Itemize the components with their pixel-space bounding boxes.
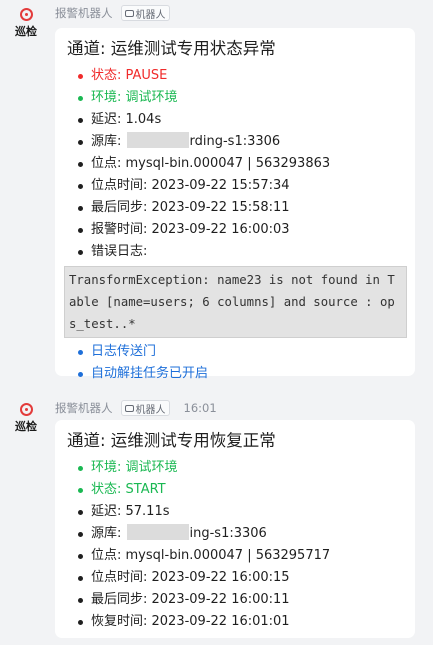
source-prefix: 源库: — [91, 526, 126, 541]
source-item: 源库: ing-s1:3306 — [67, 523, 405, 545]
bot-tag: 机器人 — [120, 5, 170, 21]
message-meta: 报警机器人 机器人 — [55, 5, 170, 21]
robot-icon — [124, 404, 134, 412]
alarm-time-item: 报警时间: 2023-09-22 16:00:03 — [67, 219, 405, 241]
message-meta: 报警机器人 机器人 16:01 — [55, 400, 217, 416]
bot-avatar[interactable]: 巡检 — [12, 403, 40, 437]
bot-tag-label: 机器人 — [135, 404, 166, 416]
avatar-label: 巡检 — [15, 25, 37, 38]
detail-list: 状态: PAUSE 环境: 调试环境 延迟: 1.04s 源库: rding-s… — [67, 65, 405, 263]
bot-avatar[interactable]: 巡检 — [12, 8, 40, 42]
error-label-item: 错误日志: — [67, 241, 405, 263]
position-time-item: 位点时间: 2023-09-22 15:57:34 — [67, 175, 405, 197]
redacted-block — [126, 524, 189, 540]
position-time-item: 位点时间: 2023-09-22 16:00:15 — [67, 567, 405, 589]
position-item: 位点: mysql-bin.000047 | 563293863 — [67, 153, 405, 175]
bot-tag-label: 机器人 — [135, 9, 166, 21]
recover-time-item: 恢复时间: 2023-09-22 16:01:01 — [67, 611, 405, 633]
bot-tag: 机器人 — [120, 400, 170, 416]
location-pin-icon — [19, 8, 33, 21]
env-item: 环境: 调试环境 — [67, 457, 405, 479]
delay-item: 延迟: 57.11s — [67, 501, 405, 523]
location-pin-icon — [19, 403, 33, 416]
message-title: 通道: 运维测试专用状态异常 — [67, 39, 276, 58]
delay-item: 延迟: 1.04s — [67, 109, 405, 131]
message-card: 通道: 运维测试专用恢复正常 环境: 调试环境 状态: START 延迟: 57… — [55, 420, 415, 638]
error-log-block: TransformException: name23 is not found … — [64, 266, 407, 338]
message-time: 16:01 — [183, 401, 217, 415]
message-card: 通道: 运维测试专用状态异常 状态: PAUSE 环境: 调试环境 延迟: 1.… — [55, 28, 415, 381]
env-item: 环境: 调试环境 — [67, 87, 405, 109]
source-suffix: rding-s1:3306 — [189, 134, 281, 149]
detail-list: 环境: 调试环境 状态: START 延迟: 57.11s 源库: ing-s1… — [67, 457, 405, 633]
position-item: 位点: mysql-bin.000047 | 563295717 — [67, 545, 405, 567]
redacted-block — [126, 132, 189, 148]
source-prefix: 源库: — [91, 134, 126, 149]
link-list: 日志传送门 自动解挂任务已开启 — [67, 341, 405, 385]
last-sync-item: 最后同步: 2023-09-22 16:00:11 — [67, 589, 405, 611]
sender-name[interactable]: 报警机器人 — [55, 400, 113, 416]
message-title: 通道: 运维测试专用恢复正常 — [67, 431, 276, 450]
robot-icon — [124, 9, 134, 17]
status-item: 状态: PAUSE — [67, 65, 405, 87]
status-item: 状态: START — [67, 479, 405, 501]
last-sync-item: 最后同步: 2023-09-22 15:58:11 — [67, 197, 405, 219]
avatar-label: 巡检 — [15, 420, 37, 433]
source-suffix: ing-s1:3306 — [189, 526, 267, 541]
log-link[interactable]: 日志传送门 — [67, 341, 405, 363]
sender-name[interactable]: 报警机器人 — [55, 5, 113, 21]
source-item: 源库: rding-s1:3306 — [67, 131, 405, 153]
auto-task-link[interactable]: 自动解挂任务已开启 — [67, 363, 405, 385]
